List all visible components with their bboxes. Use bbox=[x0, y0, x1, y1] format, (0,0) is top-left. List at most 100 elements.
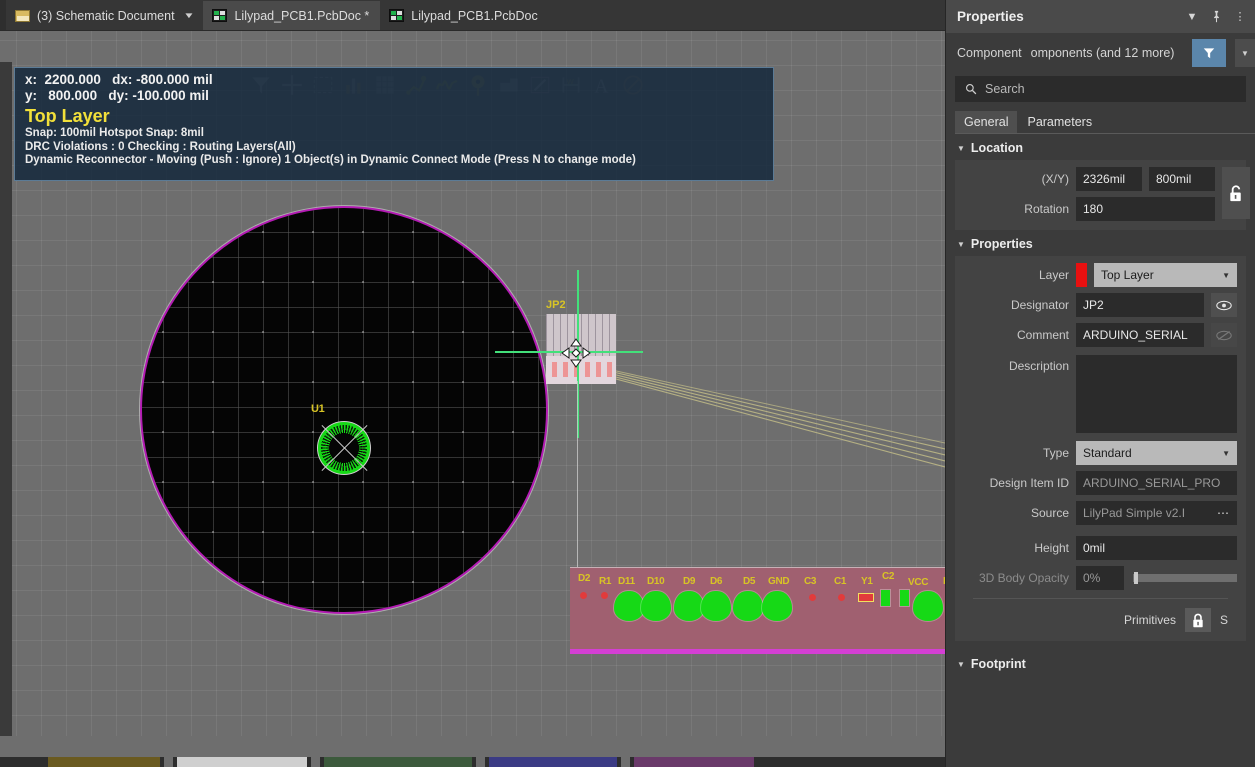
chevron-down-icon: ▼ bbox=[1222, 448, 1230, 458]
search-input[interactable]: Search bbox=[955, 76, 1246, 102]
designator-row: Designator JP2 bbox=[964, 293, 1237, 317]
layer-tab-gap bbox=[311, 757, 320, 767]
height-field[interactable]: 0mil bbox=[1076, 536, 1237, 560]
pad bbox=[809, 594, 816, 601]
layer-tab-bar[interactable] bbox=[0, 757, 945, 767]
chevron-down-icon[interactable]: ▼ bbox=[1183, 8, 1201, 26]
layer-value: Top Layer bbox=[1101, 268, 1154, 282]
pcb-canvas[interactable]: U1 JP2 D2 R1 D11 D10 D9 D6 D5 GND C3 C1 … bbox=[0, 31, 945, 736]
altium-pcb-editor-window: (3) Schematic Document ▼ Lilypad_PCB1.Pc… bbox=[0, 0, 1255, 767]
layer-tab[interactable] bbox=[177, 757, 307, 767]
designator-y1: Y1 bbox=[861, 576, 873, 587]
pin-icon[interactable] bbox=[1207, 8, 1225, 26]
tab-general[interactable]: General bbox=[955, 111, 1018, 133]
tab-lilypad-pcbdoc[interactable]: Lilypad_PCB1.PcbDoc bbox=[380, 1, 548, 30]
tab-label: Lilypad_PCB1.PcbDoc * bbox=[234, 8, 370, 23]
opacity-field[interactable]: 0% bbox=[1076, 566, 1124, 590]
layer-label: Layer bbox=[1038, 268, 1069, 282]
component-u1[interactable]: U1 bbox=[311, 403, 373, 477]
section-title: Properties bbox=[970, 237, 1033, 251]
panel-menu-icon[interactable]: ⋮ bbox=[1231, 8, 1249, 26]
slider-knob[interactable] bbox=[1134, 572, 1138, 584]
type-row: Type Standard ▼ bbox=[964, 441, 1237, 465]
primitives-suffix: S bbox=[1219, 613, 1228, 627]
pad bbox=[881, 590, 890, 606]
comment-label: Comment bbox=[1016, 328, 1069, 342]
layer-color-swatch bbox=[1076, 263, 1087, 287]
section-title: Footprint bbox=[970, 657, 1026, 671]
layer-row: Layer Top Layer ▼ bbox=[964, 263, 1237, 287]
opacity-slider[interactable] bbox=[1133, 572, 1237, 584]
opacity-row: 3D Body Opacity 0% bbox=[964, 566, 1237, 590]
type-value: Standard bbox=[1083, 446, 1132, 460]
tab-label: (3) Schematic Document bbox=[37, 8, 175, 23]
y-value: 800.000 bbox=[48, 88, 98, 103]
board-grid-dots bbox=[142, 208, 546, 612]
pad bbox=[674, 591, 704, 621]
dx-value: -800.000 mil bbox=[136, 72, 213, 87]
description-field[interactable] bbox=[1076, 355, 1237, 433]
tab-parameters[interactable]: Parameters bbox=[1018, 111, 1101, 133]
source-value: LilyPad Simple v2.I bbox=[1083, 506, 1186, 520]
chevron-down-icon: ▼ bbox=[1222, 270, 1230, 280]
design-item-id-row: Design Item ID ARDUINO_SERIAL_PRO bbox=[964, 471, 1237, 495]
designator-d10: D10 bbox=[647, 576, 665, 587]
x-label: x: bbox=[25, 72, 38, 87]
tab-lilypad-pcbdoc-modified[interactable]: Lilypad_PCB1.PcbDoc * bbox=[203, 1, 381, 30]
document-tab-bar: (3) Schematic Document ▼ Lilypad_PCB1.Pc… bbox=[0, 0, 945, 31]
chevron-down-icon[interactable]: ▼ bbox=[183, 11, 195, 20]
properties-panel: Properties ▼ ⋮ Component omponents (and … bbox=[945, 0, 1255, 767]
ellipsis-icon[interactable]: ⋯ bbox=[1217, 506, 1230, 520]
search-placeholder: Search bbox=[985, 82, 1025, 96]
lock-icon[interactable] bbox=[1184, 608, 1211, 632]
layer-select[interactable]: Top Layer ▼ bbox=[1094, 263, 1237, 287]
eye-icon[interactable] bbox=[1211, 293, 1237, 317]
active-layer-label: Top Layer bbox=[25, 106, 110, 126]
y-label: y: bbox=[25, 88, 38, 103]
designator-c2: C2 bbox=[882, 571, 895, 582]
designator-field[interactable]: JP2 bbox=[1076, 293, 1204, 317]
type-select[interactable]: Standard ▼ bbox=[1076, 441, 1237, 465]
filter-dropdown-icon[interactable]: ▼ bbox=[1235, 39, 1255, 67]
section-header-footprint[interactable]: ▼ Footprint bbox=[946, 650, 1255, 676]
xy-row: (X/Y) 2326mil 800mil bbox=[964, 167, 1215, 191]
designator-d9: D9 bbox=[683, 576, 696, 587]
rotation-row: Rotation 180 bbox=[964, 197, 1215, 221]
comment-field[interactable]: ARDUINO_SERIAL bbox=[1076, 323, 1204, 347]
object-filter-row: Component omponents (and 12 more) ▼ bbox=[946, 33, 1255, 73]
pcb-doc-icon bbox=[389, 9, 405, 22]
tab-schematic-document[interactable]: (3) Schematic Document ▼ bbox=[6, 1, 203, 30]
unlock-icon[interactable] bbox=[1222, 167, 1250, 219]
layer-tab[interactable] bbox=[48, 757, 160, 767]
filter-icon[interactable] bbox=[1192, 39, 1226, 67]
board-outline[interactable] bbox=[140, 206, 548, 614]
chevron-down-icon: ▼ bbox=[957, 239, 965, 249]
xy-label: (X/Y) bbox=[1041, 172, 1069, 186]
designator-label: JP2 bbox=[546, 299, 566, 311]
designator-d2: D2 bbox=[578, 573, 591, 584]
chevron-down-icon: ▼ bbox=[957, 659, 965, 669]
y-field[interactable]: 800mil bbox=[1149, 167, 1215, 191]
pad bbox=[701, 591, 731, 621]
layer-tab[interactable] bbox=[324, 757, 472, 767]
primitives-label: Primitives bbox=[1123, 613, 1176, 627]
source-label: Source bbox=[1030, 506, 1069, 520]
design-item-id-label: Design Item ID bbox=[989, 476, 1069, 490]
section-header-location[interactable]: ▼ Location bbox=[946, 134, 1255, 160]
layer-tab[interactable] bbox=[634, 757, 754, 767]
eye-off-icon[interactable] bbox=[1211, 323, 1237, 347]
designator-gnd: GND bbox=[768, 576, 790, 587]
primitives-row: Primitives S bbox=[973, 598, 1228, 632]
dy-value: -100.000 mil bbox=[132, 88, 209, 103]
board-strip-bottom[interactable]: D2 R1 D11 D10 D9 D6 D5 GND C3 C1 Y1 C2 V… bbox=[570, 567, 945, 654]
canvas-left-edge bbox=[0, 62, 12, 736]
rotation-field[interactable]: 180 bbox=[1076, 197, 1215, 221]
panel-title: Properties bbox=[957, 9, 1024, 24]
section-header-properties[interactable]: ▼ Properties bbox=[946, 230, 1255, 256]
x-field[interactable]: 2326mil bbox=[1076, 167, 1142, 191]
properties-panel-header: Properties ▼ ⋮ bbox=[946, 0, 1255, 33]
layer-tab[interactable] bbox=[489, 757, 617, 767]
source-field: LilyPad Simple v2.I ⋯ bbox=[1076, 501, 1237, 525]
description-label: Description bbox=[1008, 359, 1069, 373]
object-selection-label: omponents (and 12 more) bbox=[1030, 46, 1175, 60]
